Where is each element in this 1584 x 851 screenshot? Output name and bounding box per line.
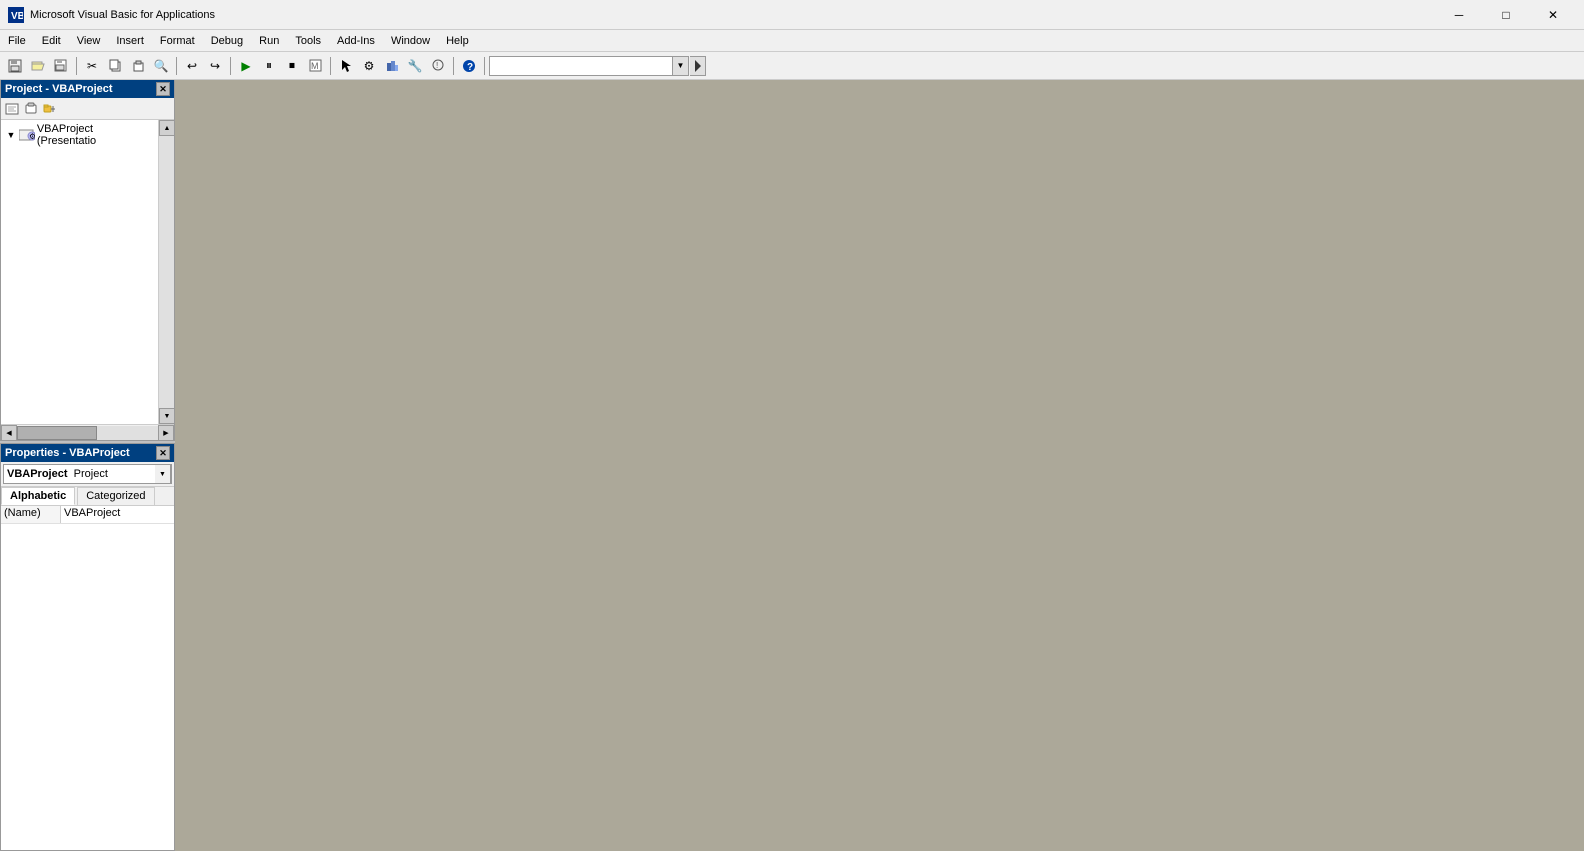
macro-input[interactable] <box>490 60 672 72</box>
toolbar-wrench-btn[interactable]: 🔧 <box>404 55 426 77</box>
properties-panel: Properties - VBAProject ✕ VBAProject Pro… <box>0 444 175 851</box>
main-layout: Project - VBAProject ✕ ▼ <box>0 80 1584 851</box>
menu-bar: File Edit View Insert Format Debug Run T… <box>0 30 1584 52</box>
macro-combo-container: ▼ <box>489 56 689 76</box>
menu-window[interactable]: Window <box>383 30 438 51</box>
toolbar-design-btn[interactable]: M <box>304 55 326 77</box>
project-toolbar <box>1 98 174 120</box>
project-scroll-right[interactable] <box>158 425 174 441</box>
project-view-object-btn[interactable] <box>22 100 40 118</box>
toolbar-sep-2 <box>176 57 177 75</box>
toolbar-pause-btn[interactable]: ⏸ <box>258 55 280 77</box>
toolbar-find-btn[interactable]: 🔍 <box>150 55 172 77</box>
tree-item-vbaproject[interactable]: ▼ ⚙ VBAProject (Presentatio <box>3 122 156 148</box>
project-toggle-btn[interactable] <box>41 100 59 118</box>
macro-dropdown-arrow[interactable]: ▼ <box>672 57 688 75</box>
svg-text:⚙: ⚙ <box>29 132 35 141</box>
tree-toggle-icon[interactable]: ▼ <box>5 129 17 141</box>
properties-grid: (Name) VBAProject <box>1 506 174 850</box>
toolbar-save-btn[interactable] <box>4 55 26 77</box>
tab-alphabetic[interactable]: Alphabetic <box>1 487 75 505</box>
project-panel: Project - VBAProject ✕ ▼ <box>0 80 175 440</box>
toolbar-open-btn[interactable] <box>27 55 49 77</box>
right-canvas <box>175 80 1584 851</box>
toolbar-sep-6 <box>484 57 485 75</box>
menu-insert[interactable]: Insert <box>108 30 152 51</box>
run-macro-btn[interactable] <box>690 56 706 76</box>
title-bar: VB Microsoft Visual Basic for Applicatio… <box>0 0 1584 30</box>
toolbar-chart-btn[interactable] <box>381 55 403 77</box>
toolbar-gear-btn[interactable]: ⚙ <box>358 55 380 77</box>
toolbar-cut-btn[interactable]: ✂ <box>81 55 103 77</box>
prop-row-name: (Name) VBAProject <box>1 506 174 524</box>
project-panel-title: Project - VBAProject <box>5 83 156 95</box>
prop-name-label: (Name) <box>1 506 61 523</box>
left-panel: Project - VBAProject ✕ ▼ <box>0 80 175 851</box>
properties-tabs: Alphabetic Categorized <box>1 487 174 506</box>
properties-panel-close[interactable]: ✕ <box>156 446 170 460</box>
toolbar-sep-3 <box>230 57 231 75</box>
window-title: Microsoft Visual Basic for Applications <box>30 9 1436 21</box>
tree-vbaproject-icon: ⚙ <box>19 127 35 143</box>
tab-categorized[interactable]: Categorized <box>77 487 154 505</box>
svg-text:VB: VB <box>11 11 23 22</box>
project-vscrollbar[interactable] <box>158 120 174 424</box>
window-controls: ─ □ ✕ <box>1436 5 1576 25</box>
toolbar-run-btn[interactable]: ▶ <box>235 55 257 77</box>
toolbar-stop-btn[interactable]: ⏹ <box>281 55 303 77</box>
minimize-button[interactable]: ─ <box>1436 5 1482 25</box>
toolbar-cursor-btn[interactable] <box>335 55 357 77</box>
menu-addins[interactable]: Add-Ins <box>329 30 383 51</box>
properties-dropdown-container: VBAProject Project <box>3 464 172 484</box>
properties-panel-titlebar: Properties - VBAProject ✕ <box>1 444 174 462</box>
svg-text:!: ! <box>436 61 438 70</box>
project-scroll-down[interactable] <box>159 408 175 424</box>
project-panel-titlebar: Project - VBAProject ✕ <box>1 80 174 98</box>
toolbar: ✂ 🔍 ↩ ↪ ▶ ⏸ ⏹ M ⚙ 🔧 ! ? ▼ <box>0 52 1584 80</box>
project-scroll-htrack <box>17 426 158 440</box>
maximize-button[interactable]: □ <box>1483 5 1529 25</box>
app-icon: VB <box>8 7 24 23</box>
toolbar-undo-btn[interactable]: ↩ <box>181 55 203 77</box>
menu-view[interactable]: View <box>69 30 109 51</box>
toolbar-help-btn[interactable]: ? <box>458 55 480 77</box>
svg-text:?: ? <box>467 62 473 73</box>
project-scroll-left[interactable] <box>1 425 17 441</box>
toolbar-sep-1 <box>76 57 77 75</box>
properties-panel-title: Properties - VBAProject <box>5 447 156 459</box>
close-button[interactable]: ✕ <box>1530 5 1576 25</box>
project-view-code-btn[interactable] <box>3 100 21 118</box>
menu-format[interactable]: Format <box>152 30 203 51</box>
toolbar-paste-btn[interactable] <box>127 55 149 77</box>
menu-edit[interactable]: Edit <box>34 30 69 51</box>
project-tree[interactable]: ▼ ⚙ VBAProject (Presentatio <box>1 120 158 340</box>
properties-dropdown-row: VBAProject Project <box>1 462 174 487</box>
toolbar-redo-btn[interactable]: ↪ <box>204 55 226 77</box>
toolbar-ref-btn[interactable]: ! <box>427 55 449 77</box>
toolbar-sep-4 <box>330 57 331 75</box>
menu-run[interactable]: Run <box>251 30 287 51</box>
project-tree-area: ▼ ⚙ VBAProject (Presentatio <box>1 120 174 424</box>
toolbar-save2-btn[interactable] <box>50 55 72 77</box>
project-panel-close[interactable]: ✕ <box>156 82 170 96</box>
menu-file[interactable]: File <box>0 30 34 51</box>
properties-dropdown-value: VBAProject Project <box>4 468 155 480</box>
menu-tools[interactable]: Tools <box>287 30 329 51</box>
project-scroll-track <box>159 136 174 408</box>
svg-text:M: M <box>311 61 319 71</box>
toolbar-sep-5 <box>453 57 454 75</box>
project-scroll-hthumb[interactable] <box>17 426 97 440</box>
prop-value-field[interactable]: VBAProject <box>61 506 174 523</box>
menu-debug[interactable]: Debug <box>203 30 251 51</box>
toolbar-copy-btn[interactable] <box>104 55 126 77</box>
project-hscrollbar[interactable] <box>1 424 174 440</box>
menu-help[interactable]: Help <box>438 30 477 51</box>
project-scroll-up[interactable] <box>159 120 175 136</box>
properties-dropdown-arrow[interactable] <box>155 464 171 484</box>
tree-vbaproject-label: VBAProject (Presentatio <box>37 123 154 147</box>
